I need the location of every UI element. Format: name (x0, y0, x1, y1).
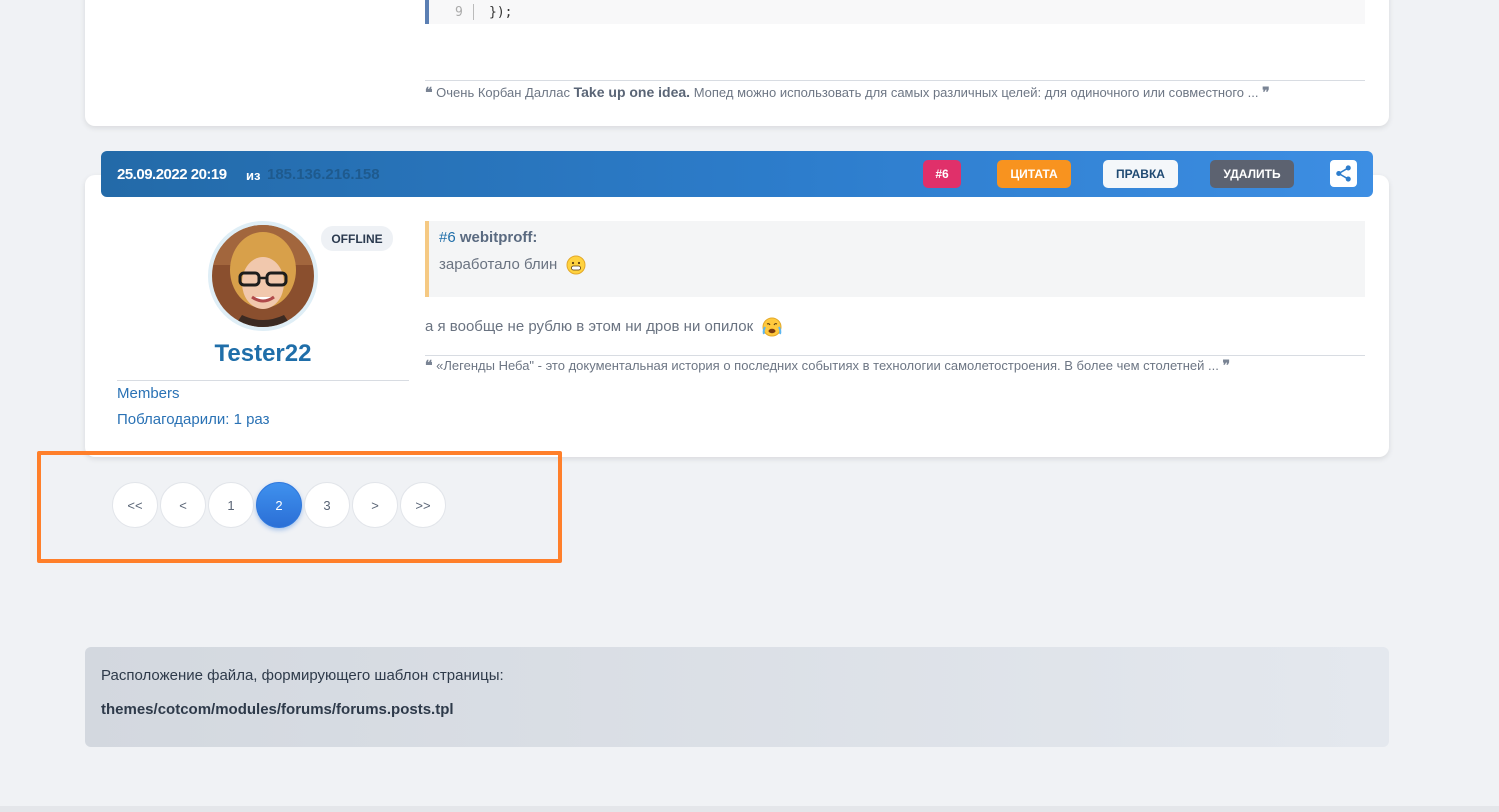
post-number-button[interactable]: #6 (923, 160, 961, 188)
page-button-1[interactable]: 1 (208, 482, 254, 528)
crying-emoji-icon (762, 317, 782, 337)
share-icon (1336, 165, 1351, 182)
share-button[interactable] (1330, 160, 1357, 187)
post-header: 25.09.2022 20:19 из 185.136.216.158 #6 Ц… (101, 151, 1373, 197)
template-info-path: themes/cotcom/modules/forums/forums.post… (101, 701, 454, 718)
quote-open-icon: ❝ (425, 85, 433, 101)
template-info-label: Расположение файла, формирующего шаблон … (101, 667, 504, 684)
post-signature-divider (425, 355, 1365, 356)
quote-text-row: заработало блин (439, 255, 586, 275)
page-first-button[interactable]: << (112, 482, 158, 528)
quote-post-number[interactable]: #6 (439, 229, 456, 246)
quote-open-icon: ❝ (425, 358, 433, 374)
edit-button[interactable]: ПРАВКА (1103, 160, 1178, 188)
quote-header: #6 webitproff: (439, 229, 537, 246)
bottom-bar (0, 806, 1499, 812)
author-username[interactable]: Tester22 (117, 340, 409, 368)
author-divider (117, 380, 409, 381)
quote-close-icon: ❞ (1222, 358, 1231, 374)
post-signature-text: «Легенды Неба" - это документальная исто… (436, 358, 1219, 373)
code-text: }); (489, 5, 513, 20)
signature-divider (425, 80, 1365, 81)
quote-author: webitproff: (459, 229, 538, 246)
signature-bold: Take up one idea. (573, 84, 691, 100)
avatar-image (212, 225, 314, 327)
post-from-label: из (246, 168, 261, 183)
post-date: 25.09.2022 20:19 (117, 166, 227, 183)
delete-button[interactable]: УДАЛИТЬ (1210, 160, 1294, 188)
quote-button[interactable]: ЦИТАТА (997, 160, 1071, 188)
grin-emoji-icon (566, 255, 585, 275)
post-body: а я вообще не рублю в этом ни дров ни оп… (425, 317, 783, 337)
template-info-box: Расположение файла, формирующего шаблон … (85, 647, 1389, 747)
post-signature: ❝ «Легенды Неба" - это документальная ис… (425, 358, 1230, 374)
signature-rest: Мопед можно использовать для самых разли… (693, 85, 1259, 100)
page-button-2-active[interactable]: 2 (256, 482, 302, 528)
quote-text: заработало блин (439, 255, 558, 273)
post-text: а я вообще не рублю в этом ни дров ни оп… (425, 317, 754, 335)
post-ip: 185.136.216.158 (267, 166, 380, 183)
page-next-button[interactable]: > (352, 482, 398, 528)
author-group[interactable]: Members (117, 385, 180, 402)
code-block: 9 }); (425, 0, 1365, 24)
author-thanks: Поблагодарили: 1 раз (117, 411, 270, 428)
page-prev-button[interactable]: < (160, 482, 206, 528)
page-last-button[interactable]: >> (400, 482, 446, 528)
signature-prefix: Очень Корбан Даллас (436, 85, 570, 100)
page-button-3[interactable]: 3 (304, 482, 350, 528)
quote-close-icon: ❞ (1262, 85, 1270, 101)
code-separator (473, 4, 474, 20)
status-badge: OFFLINE (321, 226, 393, 251)
quote-block: #6 webitproff: заработало блин (425, 221, 1365, 297)
signature: ❝ Очень Корбан Даллас Take up one idea. … (425, 84, 1270, 101)
previous-post-card: 9 }); ❝ Очень Корбан Даллас Take up one … (85, 0, 1389, 126)
avatar[interactable] (208, 221, 318, 331)
code-line-number: 9 (455, 5, 463, 20)
